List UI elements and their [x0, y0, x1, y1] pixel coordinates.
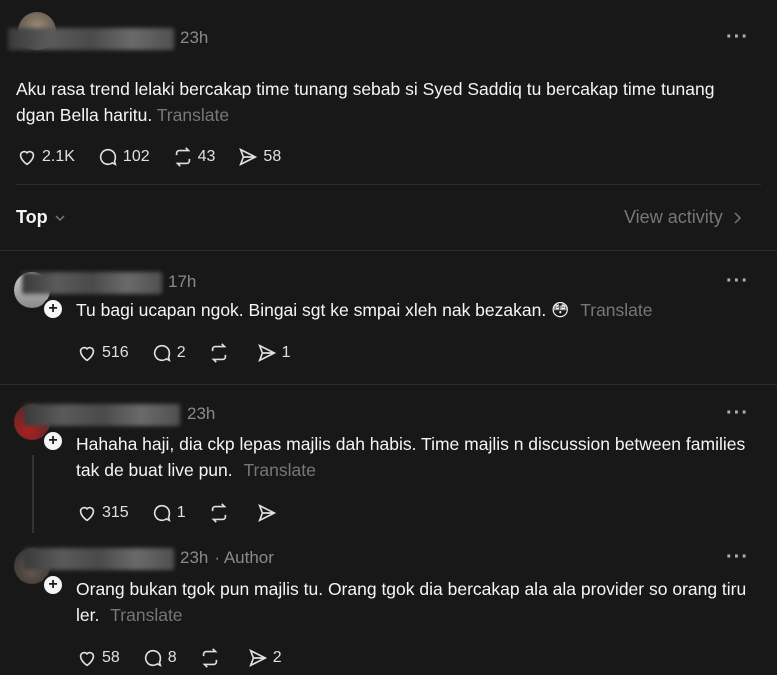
- like-count: 2.1K: [42, 148, 75, 165]
- heart-icon: [79, 506, 95, 522]
- comment-translate-link[interactable]: Translate: [110, 605, 182, 625]
- sort-dropdown[interactable]: Top: [16, 207, 66, 228]
- like-button[interactable]: 2.1K: [16, 146, 75, 168]
- comment-icon: [144, 649, 162, 667]
- repost-icon: [211, 503, 227, 523]
- repost-icon: [175, 147, 191, 167]
- comment-username-redacted[interactable]: [24, 548, 174, 570]
- share-count: 2: [272, 649, 282, 666]
- author-tag: · Author: [214, 548, 274, 567]
- reply-button[interactable]: 102: [97, 146, 150, 168]
- reply-button[interactable]: 1: [151, 502, 186, 524]
- chevron-down-icon: [55, 214, 65, 221]
- comment-actions: 516 2 1: [76, 342, 313, 364]
- post-actions: 2.1K 102 43 58: [16, 146, 303, 168]
- thread-line: [32, 455, 34, 533]
- post-more-icon[interactable]: ···: [726, 26, 749, 49]
- comment-text: Tu bagi ucapan ngok. Bingai sgt ke smpai…: [76, 300, 547, 320]
- comment-meta: 23h · Author: [180, 548, 274, 568]
- reply-button[interactable]: 2: [151, 342, 186, 364]
- repost-button[interactable]: [199, 647, 225, 669]
- comment-more-icon[interactable]: ···: [726, 270, 749, 293]
- comment-more-icon[interactable]: ···: [726, 546, 749, 569]
- repost-button[interactable]: [208, 342, 234, 364]
- heart-icon: [19, 150, 35, 166]
- post-translate-link[interactable]: Translate: [157, 105, 229, 125]
- comment-time: 17h: [168, 272, 197, 291]
- heart-icon: [79, 346, 95, 362]
- send-icon: [257, 343, 276, 363]
- like-count: 516: [102, 344, 129, 361]
- post-text: Aku rasa trend lelaki bercakap time tuna…: [16, 79, 715, 125]
- like-button[interactable]: 315: [76, 502, 129, 524]
- comment-translate-link[interactable]: Translate: [580, 300, 652, 320]
- send-icon: [239, 147, 258, 167]
- repost-count: 43: [197, 148, 216, 165]
- emoji: 😳: [551, 300, 570, 320]
- comment-text-block: Tu bagi ucapan ngok. Bingai sgt ke smpai…: [76, 297, 756, 323]
- repost-icon: [202, 648, 218, 668]
- share-button[interactable]: 1: [256, 342, 291, 364]
- view-activity-link[interactable]: View activity: [624, 207, 743, 228]
- comment-translate-link[interactable]: Translate: [244, 460, 316, 480]
- comment-text: Hahaha haji, dia ckp lepas majlis dah ha…: [76, 434, 746, 480]
- view-activity-label: View activity: [624, 207, 723, 227]
- divider: [16, 184, 761, 185]
- comment-text-block: Orang bukan tgok pun majlis tu. Orang tg…: [76, 576, 756, 628]
- share-count: 58: [263, 148, 282, 165]
- reply-count: 2: [176, 344, 186, 361]
- comment-time: 23h: [180, 548, 209, 567]
- comment-icon: [99, 148, 117, 166]
- comment-more-icon[interactable]: ···: [726, 402, 749, 425]
- reply-button[interactable]: 8: [142, 647, 177, 669]
- follow-plus-icon[interactable]: +: [42, 430, 64, 452]
- repost-button[interactable]: 43: [172, 146, 216, 168]
- share-button[interactable]: [256, 502, 282, 524]
- comment-text-block: Hahaha haji, dia ckp lepas majlis dah ha…: [76, 431, 756, 483]
- comment-icon: [153, 504, 171, 522]
- follow-plus-icon[interactable]: +: [42, 574, 64, 596]
- comment-username-redacted[interactable]: [24, 404, 180, 426]
- like-button[interactable]: 516: [76, 342, 129, 364]
- comment-username-redacted[interactable]: [22, 272, 162, 294]
- comment-icon: [153, 344, 171, 362]
- share-count: 1: [281, 344, 291, 361]
- repost-button[interactable]: [208, 502, 234, 524]
- follow-plus-icon[interactable]: +: [42, 298, 64, 320]
- like-count: 315: [102, 504, 129, 521]
- share-button[interactable]: 58: [237, 146, 281, 168]
- send-icon: [248, 648, 267, 668]
- post-username-redacted[interactable]: [8, 28, 174, 50]
- divider: [0, 384, 777, 385]
- sort-label: Top: [16, 207, 48, 227]
- reply-count: 8: [167, 649, 177, 666]
- divider: [0, 250, 777, 251]
- like-count: 58: [102, 649, 120, 666]
- comment-actions: 58 8 2: [76, 647, 304, 669]
- reply-count: 102: [122, 148, 150, 165]
- reply-count: 1: [176, 504, 186, 521]
- comment-actions: 315 1: [76, 502, 304, 524]
- heart-icon: [79, 651, 95, 667]
- like-button[interactable]: 58: [76, 647, 120, 669]
- share-button[interactable]: 2: [247, 647, 282, 669]
- post-text-block: Aku rasa trend lelaki bercakap time tuna…: [16, 76, 746, 128]
- send-icon: [257, 503, 276, 523]
- chevron-right-icon: [734, 211, 741, 224]
- comment-time: 23h: [187, 404, 216, 423]
- repost-icon: [211, 343, 227, 363]
- post-time: 23h: [180, 28, 209, 47]
